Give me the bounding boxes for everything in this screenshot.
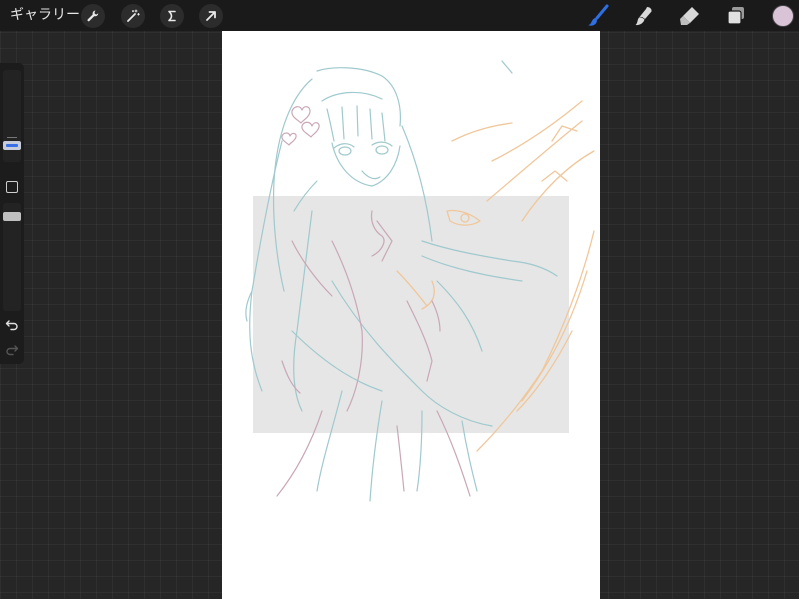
smudge-button[interactable]	[631, 3, 657, 29]
eraser-icon	[680, 7, 699, 25]
gallery-button[interactable]: ギャラリー	[10, 6, 80, 25]
layers-button[interactable]	[723, 3, 749, 29]
layers-icon	[727, 7, 744, 25]
redo-icon	[6, 345, 19, 356]
adjustments-button[interactable]	[121, 4, 145, 28]
top-toolbar: ギャラリー	[0, 0, 799, 31]
selection-button[interactable]	[160, 4, 184, 28]
brush-button[interactable]	[585, 3, 611, 29]
size-indicator	[7, 137, 17, 138]
selection-icon	[168, 10, 176, 22]
color-picker-button[interactable]	[772, 5, 794, 27]
wrench-icon	[87, 10, 99, 22]
undo-button[interactable]	[4, 318, 20, 332]
redo-button[interactable]	[4, 343, 20, 357]
transform-button[interactable]	[199, 4, 223, 28]
brush-size-thumb[interactable]	[3, 141, 21, 150]
modify-button[interactable]	[6, 181, 18, 193]
brush-icon	[588, 4, 609, 26]
sketch-artwork	[245, 60, 595, 502]
actions-button[interactable]	[81, 4, 105, 28]
undo-icon	[5, 320, 18, 331]
magic-wand-icon	[127, 9, 140, 22]
transform-arrow-icon	[206, 11, 216, 21]
smudge-icon	[635, 7, 652, 26]
eraser-button[interactable]	[677, 3, 703, 29]
brush-opacity-thumb[interactable]	[3, 212, 21, 221]
drawing-canvas[interactable]	[222, 31, 600, 599]
sidebar	[0, 63, 24, 364]
